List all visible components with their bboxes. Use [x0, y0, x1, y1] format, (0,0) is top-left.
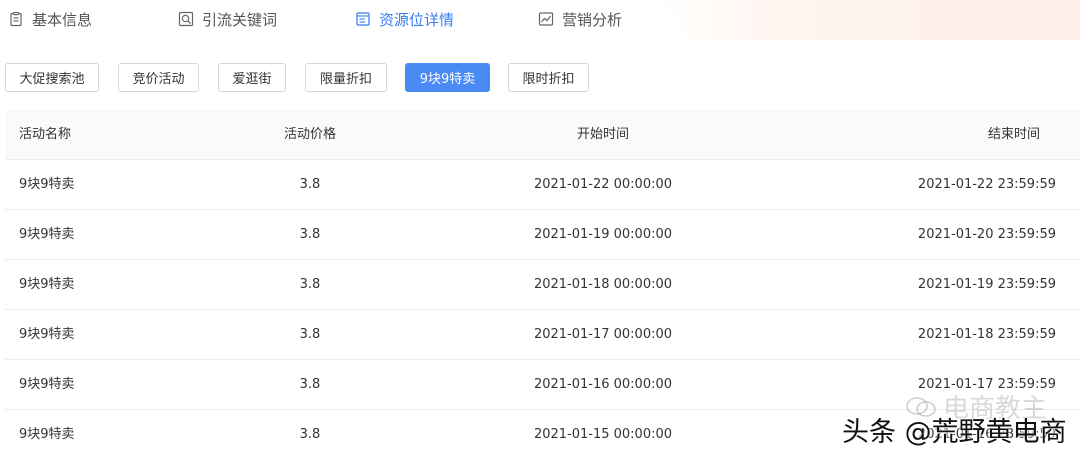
- cell-activity-price: 3.8: [299, 327, 321, 342]
- header-end-time: 结束时间: [987, 127, 1040, 142]
- tab-marketing-analysis[interactable]: 营销分析: [538, 6, 622, 32]
- tab-label: 营销分析: [562, 10, 623, 29]
- cell-end-time: 2021-01-19 23:59:59: [917, 277, 1056, 292]
- tab-label: 引流关键词: [202, 10, 278, 29]
- cell-activity-name: 9块9特卖: [19, 427, 75, 442]
- watermark-front-text: 头条 @荒野黄电商: [842, 417, 1067, 448]
- filter-chip-bidding-activity[interactable]: 竞价活动: [118, 63, 199, 92]
- cell-activity-name: 9块9特卖: [19, 227, 75, 242]
- tab-resource-detail[interactable]: 资源位详情: [355, 6, 454, 32]
- header-activity-price: 活动价格: [283, 127, 336, 142]
- cell-activity-price: 3.8: [299, 277, 321, 292]
- tab-bar: 基本信息 引流关键词 资源位详情 营销分析: [0, 0, 1080, 40]
- cell-end-time: 2021-01-20 23:59:59: [917, 227, 1056, 242]
- filter-chip-shopping-street[interactable]: 爱逛街: [218, 63, 286, 92]
- cell-start-time: 2021-01-18 00:00:00: [533, 277, 673, 292]
- table-row: 9块9特卖 3.8 2021-01-22 00:00:00 2021-01-22…: [5, 160, 1080, 210]
- cell-activity-price: 3.8: [299, 177, 321, 192]
- table-header: 活动名称 活动价格 开始时间 结束时间: [5, 110, 1080, 160]
- cell-start-time: 2021-01-22 00:00:00: [533, 177, 673, 192]
- cell-start-time: 2021-01-15 00:00:00: [533, 427, 673, 442]
- cell-end-time: 2021-01-18 23:59:59: [917, 327, 1056, 342]
- table-row: 9块9特卖 3.8 2021-01-19 00:00:00 2021-01-20…: [5, 210, 1080, 260]
- header-activity-name: 活动名称: [19, 127, 72, 142]
- cell-start-time: 2021-01-19 00:00:00: [533, 227, 673, 242]
- cell-activity-price: 3.8: [299, 377, 321, 392]
- cell-activity-name: 9块9特卖: [19, 277, 75, 292]
- table-row: 9块9特卖 3.8 2021-01-17 00:00:00 2021-01-18…: [5, 310, 1080, 360]
- tab-label: 资源位详情: [379, 10, 455, 29]
- cell-activity-name: 9块9特卖: [19, 177, 75, 192]
- cell-activity-price: 3.8: [299, 227, 321, 242]
- cell-start-time: 2021-01-16 00:00:00: [533, 377, 673, 392]
- resource-detail-page: 基本信息 引流关键词 资源位详情 营销分析 大促搜索池 竞价活动 爱逛街 限量折…: [0, 0, 1080, 456]
- tab-traffic-keywords[interactable]: 引流关键词: [178, 6, 277, 32]
- list-doc-icon: [356, 12, 370, 26]
- tab-label: 基本信息: [32, 10, 93, 29]
- tab-basic-info[interactable]: 基本信息: [8, 6, 92, 32]
- header-start-time: 开始时间: [576, 127, 629, 142]
- filter-chip-9-9-special-sale[interactable]: 9块9特卖: [405, 63, 490, 92]
- cell-activity-price: 3.8: [299, 427, 321, 442]
- cell-activity-name: 9块9特卖: [19, 327, 75, 342]
- filter-chip-limited-time-discount[interactable]: 限时折扣: [508, 63, 589, 92]
- cell-activity-name: 9块9特卖: [19, 377, 75, 392]
- search-doc-icon: [178, 11, 194, 27]
- clipboard-icon: [10, 11, 22, 27]
- cell-start-time: 2021-01-17 00:00:00: [533, 327, 673, 342]
- table-row: 9块9特卖 3.8 2021-01-18 00:00:00 2021-01-19…: [5, 260, 1080, 310]
- tab-bar-decoration: [660, 0, 1080, 40]
- cell-end-time: 2021-01-22 23:59:59: [917, 177, 1056, 192]
- filter-chip-promo-search-pool[interactable]: 大促搜索池: [5, 63, 99, 92]
- chart-icon: [538, 12, 554, 26]
- filter-chip-limited-quantity-discount[interactable]: 限量折扣: [305, 63, 387, 92]
